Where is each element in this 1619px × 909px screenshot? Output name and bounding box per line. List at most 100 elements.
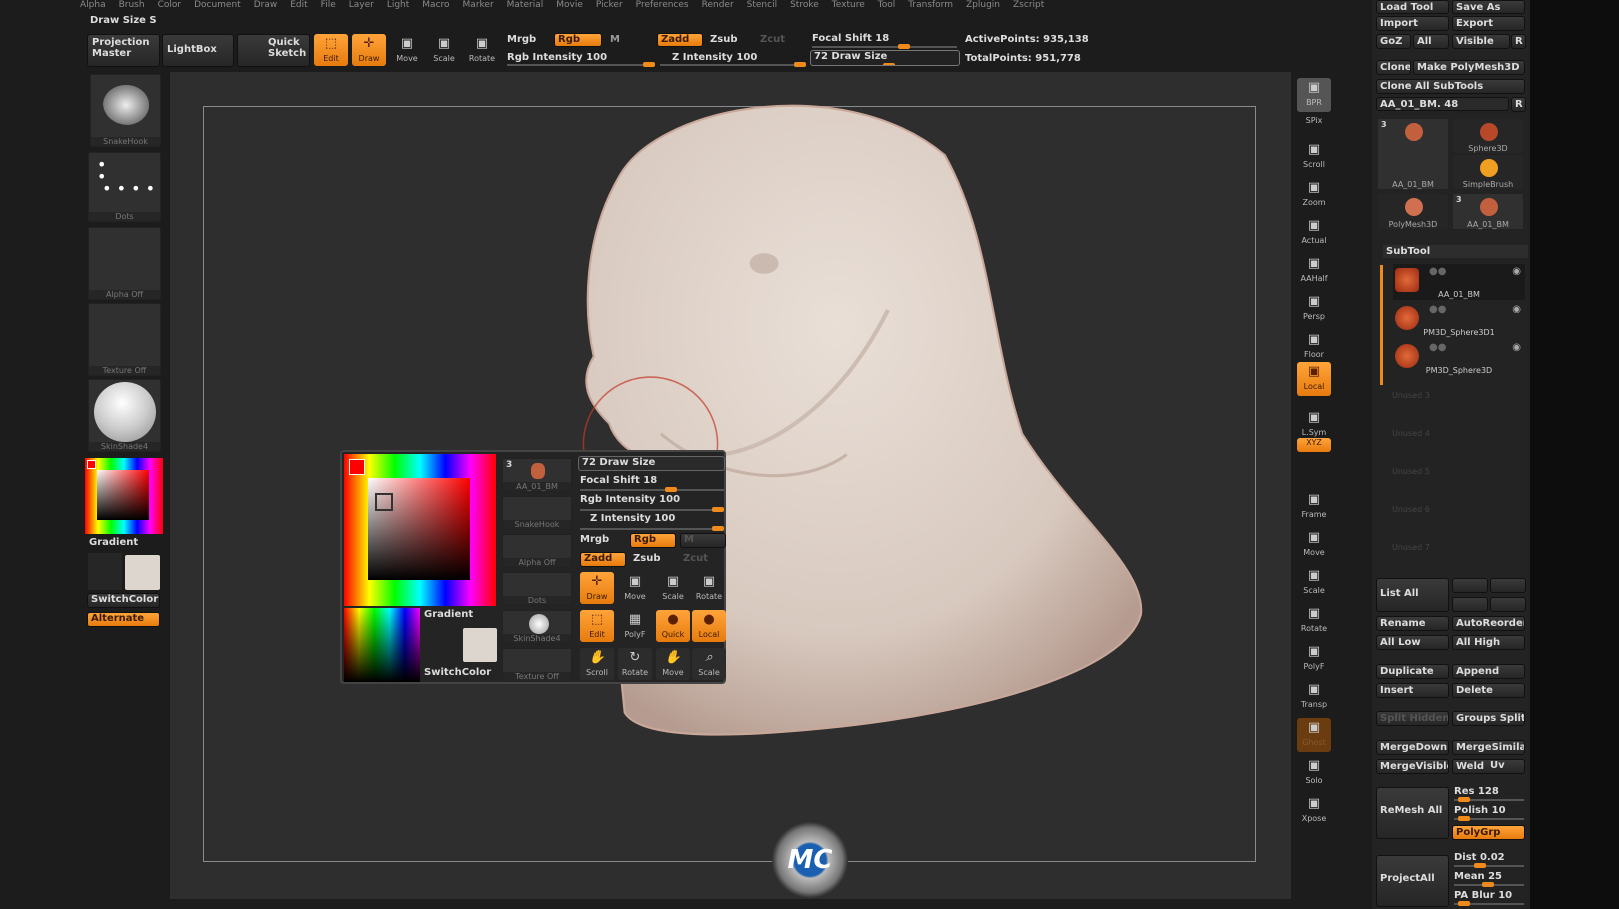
shelf-xpose-button[interactable]: ▣ Xpose [1297,794,1331,828]
alpha-thumb[interactable]: Alpha Off [502,534,572,568]
tool-thumb[interactable]: 3 AA_01_BM [1452,193,1524,230]
mergevisible-button[interactable]: MergeVisible [1376,759,1449,774]
export-button[interactable]: Export [1452,16,1525,31]
current-tool-slider[interactable]: AA_01_BM. 48 [1376,97,1509,111]
rotate-view-button[interactable]: ↻ Rotate [618,648,652,680]
local-button[interactable]: ● Local [692,610,726,642]
subtool-item[interactable]: ◉ ●● AA_01_BM [1393,264,1525,300]
tool-thumb[interactable]: 3 AA_01_BM [1377,118,1449,190]
tool-thumb[interactable]: PolyMesh3D [1377,193,1449,230]
load-tool-button[interactable]: Load Tool [1376,0,1449,14]
move-up-button[interactable] [1452,578,1488,593]
shelf-bpr-button[interactable]: ▣ BPR [1297,78,1331,112]
shelf-lsym-button[interactable]: ▣ L.Sym [1297,408,1331,442]
r-button[interactable]: R [1511,97,1526,112]
tool-thumb[interactable]: SimpleBrush [1452,154,1524,190]
toggle-icon[interactable]: ●● [1429,342,1446,353]
subtool-unused-slot[interactable]: Unused 3 [1392,391,1430,400]
make-polymesh3d-button[interactable]: Make PolyMesh3D [1413,60,1525,75]
all-low-button[interactable]: All Low [1376,635,1449,650]
clone-all-subtools-button[interactable]: Clone All SubTools [1376,79,1525,94]
r-button[interactable]: R [1511,34,1526,49]
toggle-icon[interactable]: ●● [1429,266,1446,277]
shelf-ghost-button[interactable]: ▣ Ghost [1297,718,1331,752]
eye-icon[interactable]: ◉ [1512,304,1521,315]
subtool-item[interactable]: ◉ ●● PM3D_Sphere3D [1393,340,1525,376]
popup-spectrum[interactable] [344,608,420,682]
rgb-intensity-slider[interactable] [580,507,724,512]
eye-icon[interactable]: ◉ [1512,342,1521,353]
import-button[interactable]: Import [1376,16,1449,31]
shelf-move-button[interactable]: ▣ Move [1297,528,1331,562]
res-slider[interactable] [1454,797,1524,802]
list-all-button[interactable]: List All [1376,578,1449,612]
brush-thumb[interactable]: SnakeHook [502,496,572,530]
quick-button[interactable]: ● Quick [656,610,690,642]
polygrp-button[interactable]: PolyGrp [1452,825,1525,840]
clone-button[interactable]: Clone [1376,60,1411,75]
shelf-actual-button[interactable]: ▣ Actual [1297,216,1331,250]
draw-button[interactable]: ✛ Draw [580,572,614,604]
shelf-aahalf-button[interactable]: ▣ AAHalf [1297,254,1331,288]
goz-button[interactable]: GoZ [1376,34,1411,49]
subtool-unused-slot[interactable]: Unused 6 [1392,505,1430,514]
material-thumb[interactable]: SkinShade4 [502,610,572,644]
texture-thumb[interactable]: Texture Off [502,648,572,682]
shelf-xyz-button[interactable]: XYZ [1297,438,1331,452]
polyf-button[interactable]: ▦ PolyF [618,610,652,642]
groups-split-button[interactable]: Groups Split [1452,711,1525,726]
slider-knob[interactable] [712,526,724,531]
projectall-button[interactable]: ProjectAll [1376,855,1449,907]
slider-knob[interactable] [712,507,724,512]
primary-color-swatch[interactable] [463,628,497,662]
shelf-spix-button[interactable]: SPix [1297,116,1331,130]
scale-button[interactable]: ▣ Scale [656,572,690,604]
tool-thumb[interactable]: Sphere3D [1452,118,1524,154]
remesh-all-button[interactable]: ReMesh All [1376,787,1449,839]
uv-button[interactable]: Uv [1487,759,1523,774]
mrgb-button[interactable]: Mrgb [580,534,609,545]
m-button[interactable]: M [680,533,726,548]
rgb-button[interactable]: Rgb [630,533,676,548]
shelf-rotate-button[interactable]: ▣ Rotate [1297,604,1331,638]
slider-knob[interactable] [1474,863,1486,868]
shelf-persp-button[interactable]: ▣ Persp [1297,292,1331,326]
visible-button[interactable]: Visible [1452,34,1510,49]
shelf-solo-button[interactable]: ▣ Solo [1297,756,1331,790]
draw-size-slider[interactable]: 72 Draw Size [578,456,725,471]
rename-button[interactable]: Rename [1376,616,1449,631]
focal-shift-slider[interactable] [580,487,724,492]
shelf-frame-button[interactable]: ▣ Frame [1297,490,1331,524]
main-color-swatch[interactable] [349,459,365,475]
split-hidden-button[interactable]: Split Hidden [1376,711,1449,726]
mergesimilar-button[interactable]: MergeSimilar [1452,740,1525,755]
toggle-icon[interactable]: ●● [1429,304,1446,315]
dist-slider[interactable] [1454,863,1524,868]
subtool-unused-slot[interactable]: Unused 5 [1392,467,1430,476]
gradient-label[interactable]: Gradient [424,609,473,620]
subtool-item[interactable]: ◉ ●● PM3D_Sphere3D1 [1393,302,1525,338]
shelf-zoom-button[interactable]: ▣ Zoom [1297,178,1331,212]
tool-thumb[interactable]: 3 AA_01_BM [502,458,572,492]
slider-knob[interactable] [1458,816,1470,821]
eye-icon[interactable]: ◉ [1512,266,1521,277]
shelf-scroll-button[interactable]: ▣ Scroll [1297,140,1331,174]
polish-slider[interactable] [1454,816,1524,821]
mean-slider[interactable] [1454,882,1524,887]
saturation-box[interactable] [368,478,470,580]
shelf-local-button[interactable]: ▣ Local [1297,362,1331,396]
color-cursor[interactable] [375,493,393,511]
shelf-scale-button[interactable]: ▣ Scale [1297,566,1331,600]
switchcolor-button[interactable]: SwitchColor [424,667,491,678]
subtool-scrollbar[interactable] [1380,265,1383,385]
duplicate-button[interactable]: Duplicate [1376,664,1449,679]
scale-view-button[interactable]: ⌕ Scale [692,648,726,680]
zsub-button[interactable]: Zsub [633,553,660,564]
zcut-button[interactable]: Zcut [683,553,708,564]
move-down-button[interactable] [1490,578,1526,593]
insert-button[interactable]: Insert [1376,683,1449,698]
delete-button[interactable]: Delete [1452,683,1525,698]
move-up-right-button[interactable] [1452,597,1488,612]
pa-blur-slider[interactable] [1454,901,1524,906]
slider-knob[interactable] [1458,901,1470,906]
